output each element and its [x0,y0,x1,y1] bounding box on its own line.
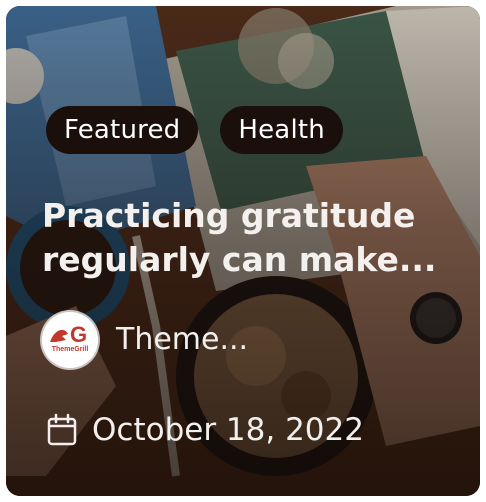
post-date-text[interactable]: October 18, 2022 [92,410,364,450]
calendar-icon [47,413,77,446]
post-author[interactable]: G ThemeGrill Theme... [42,312,248,368]
tag-health[interactable]: Health [220,106,343,154]
avatar-logo-letter: G [70,322,88,347]
author-name[interactable]: Theme... [116,320,248,360]
post-date[interactable]: October 18, 2022 [46,410,364,450]
author-avatar: G ThemeGrill [42,312,98,368]
tag-featured[interactable]: Featured [46,106,199,154]
post-card[interactable]: Featured Health Practicing gratitude reg… [6,6,480,496]
category-tags: Featured Health [46,106,343,154]
avatar-logo-subtext: ThemeGrill [51,346,89,353]
post-title[interactable]: Practicing gratitude regularly can make.… [42,194,442,282]
